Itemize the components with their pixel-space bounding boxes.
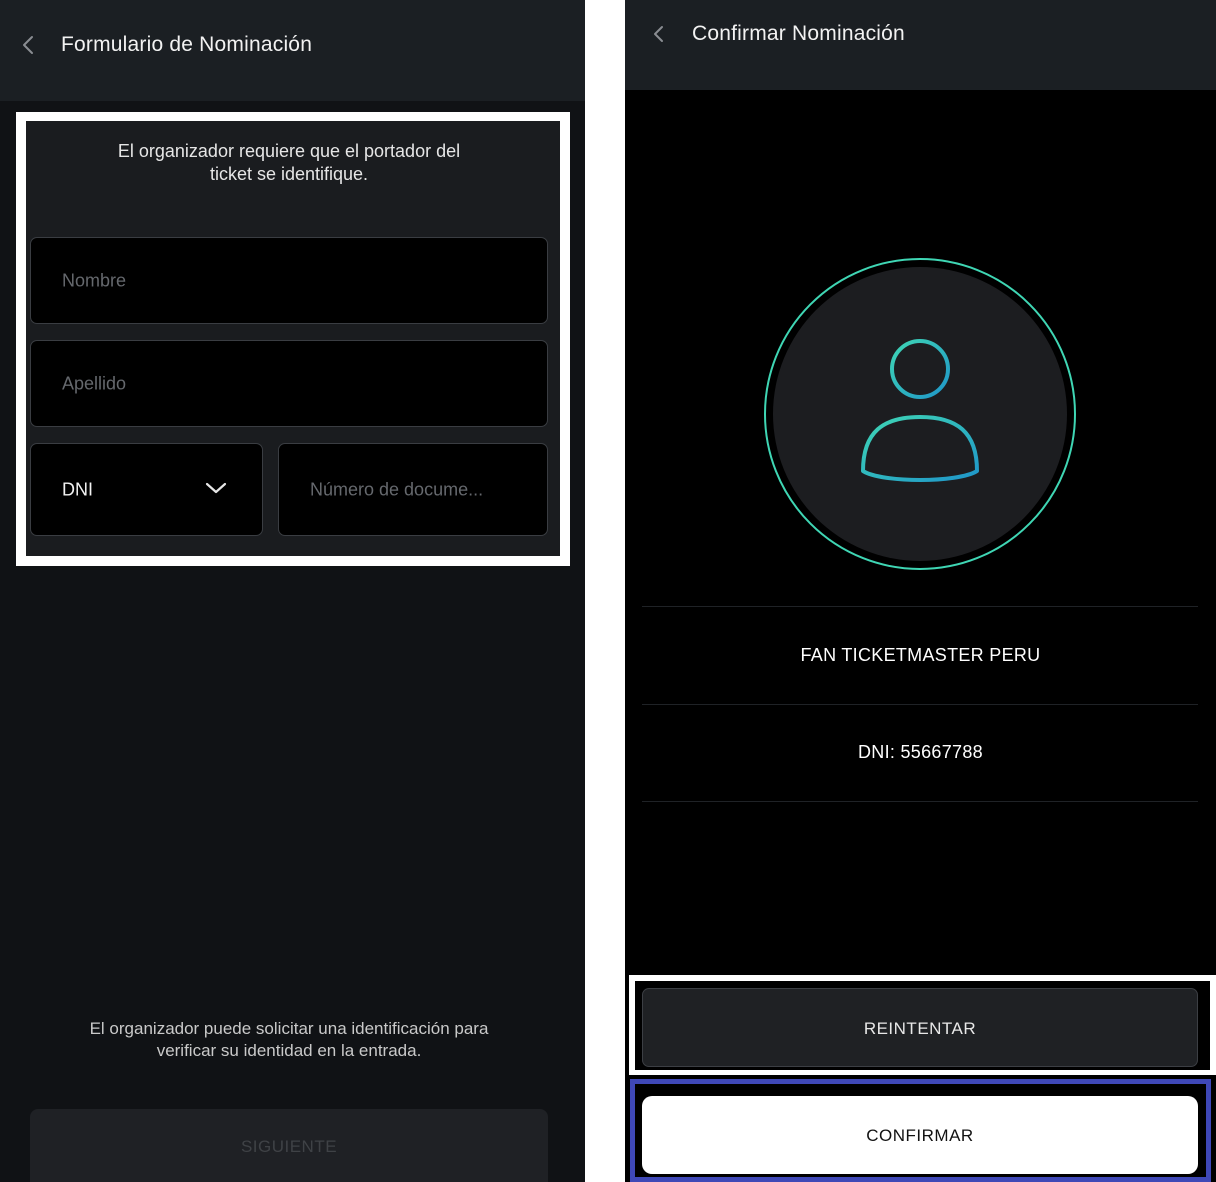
holder-document: DNI: 55667788 (858, 742, 983, 762)
next-button[interactable]: SIGUIENTE (30, 1109, 548, 1182)
next-button-label: SIGUIENTE (240, 1137, 338, 1156)
chevron-left-icon[interactable] (20, 34, 36, 56)
chevron-left-icon[interactable] (652, 24, 666, 44)
divider (642, 606, 1198, 607)
document-type-value: DNI (62, 479, 93, 499)
chevron-down-icon (205, 482, 227, 494)
last-name-placeholder: Apellido (62, 373, 127, 393)
document-number-placeholder: Número de docume... (310, 479, 484, 499)
header: Confirmar Nominación (625, 0, 1216, 90)
retry-button[interactable]: REINTENTAR (642, 988, 1198, 1067)
confirm-button[interactable]: CONFIRMAR (642, 1096, 1198, 1174)
header: Formulario de Nominación (0, 0, 585, 101)
retry-button-label: REINTENTAR (863, 1019, 977, 1038)
first-name-field[interactable]: Nombre (30, 237, 548, 324)
id-notice-text: El organizador puede solicitar una ident… (40, 1018, 538, 1062)
page-title: Confirmar Nominación (692, 22, 905, 45)
notice-line-1: El organizador puede solicitar una ident… (89, 1019, 489, 1038)
confirm-nomination-screen: Confirmar Nominación FAN TICKETMASTER PE… (625, 0, 1216, 1182)
nomination-form-screen: Formulario de Nominación El organizador … (0, 0, 585, 1182)
holder-name: FAN TICKETMASTER PERU (800, 645, 1041, 665)
document-type-select[interactable]: DNI (30, 443, 263, 536)
avatar (764, 258, 1076, 570)
notice-line-2: verificar su identidad en la entrada. (156, 1041, 422, 1060)
first-name-placeholder: Nombre (62, 270, 127, 290)
document-number-field[interactable]: Número de docume... (278, 443, 548, 536)
last-name-field[interactable]: Apellido (30, 340, 548, 427)
form-intro-text: El organizador requiere que el portador … (60, 140, 518, 186)
confirm-button-label: CONFIRMAR (866, 1126, 974, 1145)
divider (642, 801, 1198, 802)
divider (642, 704, 1198, 705)
intro-line-1: El organizador requiere que el portador … (117, 141, 461, 161)
intro-line-2: ticket se identifique. (209, 164, 369, 184)
page-title: Formulario de Nominación (61, 33, 313, 56)
